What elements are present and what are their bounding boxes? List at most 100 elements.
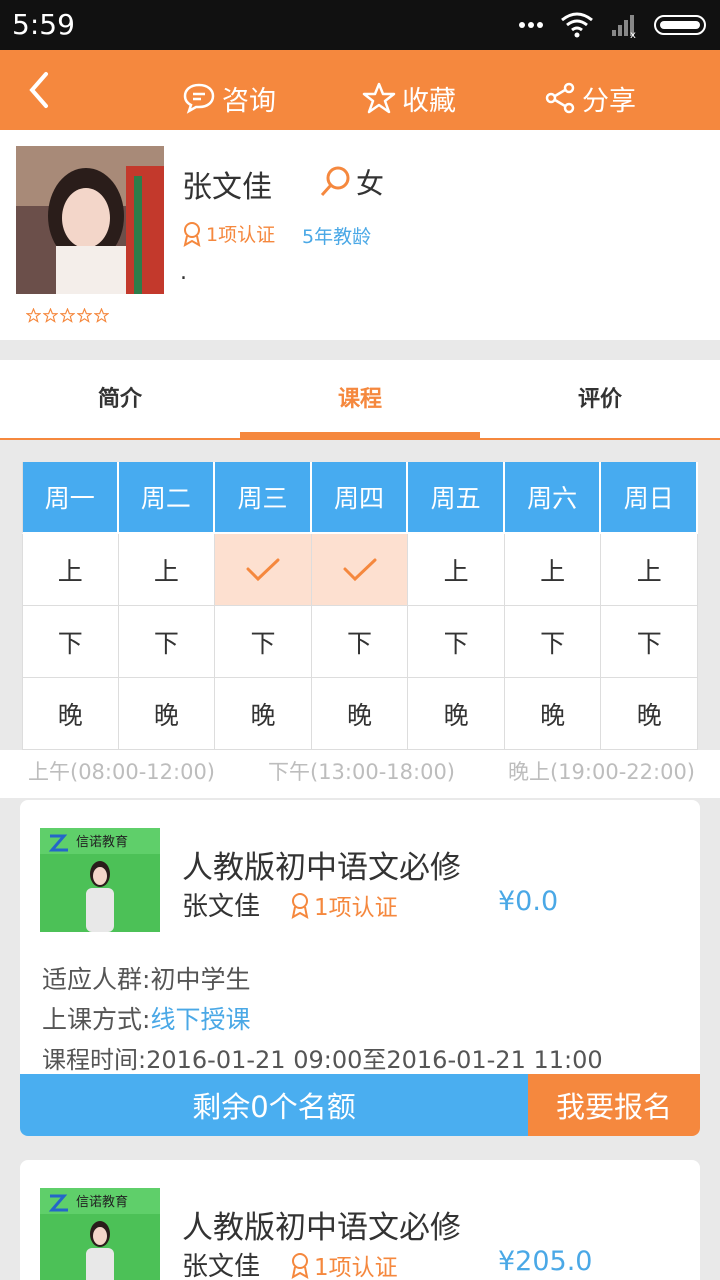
star-outline-icon: [26, 308, 41, 323]
svg-text:x: x: [630, 30, 636, 38]
tab-intro[interactable]: 简介: [0, 360, 240, 440]
course-teacher: 张文佳: [182, 1252, 261, 1280]
schedule-slot-label: 晚: [636, 700, 662, 730]
back-button[interactable]: [20, 68, 60, 112]
schedule-cell[interactable]: 晚: [601, 678, 699, 750]
schedule-cell[interactable]: 上: [408, 534, 505, 606]
star-outline-icon: [362, 82, 396, 114]
schedule-cell[interactable]: 晚: [504, 678, 602, 750]
thumb-brand-text: 信诺教育: [76, 834, 128, 850]
share-button[interactable]: 分享: [544, 78, 636, 118]
signup-button[interactable]: 我要报名: [528, 1074, 700, 1136]
teacher-profile: 张文佳 女 1项认证 5年教龄 .: [0, 130, 720, 340]
schedule-cell[interactable]: 下: [311, 606, 409, 678]
schedule-slot-label: 晚: [443, 700, 469, 730]
afternoon-time-label: 下午(13:00-18:00): [268, 760, 456, 784]
mode-label: 上课方式:: [42, 1005, 151, 1034]
teacher-avatar[interactable]: [16, 146, 164, 294]
course-certification-label: 1项认证: [314, 1255, 398, 1280]
schedule-slot-label: 晚: [57, 700, 83, 730]
schedule-cell[interactable]: 上: [22, 534, 119, 606]
rating-stars: [26, 308, 109, 323]
day-header: 周日: [601, 462, 699, 534]
teacher-name: 张文佳: [182, 170, 272, 205]
schedule-cell[interactable]: 下: [215, 606, 312, 678]
schedule-slot-label: 上: [153, 556, 179, 586]
schedule-cell-available[interactable]: [215, 534, 312, 606]
schedule-cell[interactable]: 上: [118, 534, 216, 606]
schedule-slot-label: 晚: [153, 700, 179, 730]
schedule-slot-label: 上: [57, 556, 83, 586]
audience-label: 适应人群:: [42, 965, 151, 994]
schedule-cell[interactable]: 下: [601, 606, 699, 678]
schedule-slot-label: 晚: [250, 700, 276, 730]
teacher-gender: 女: [318, 162, 384, 202]
top-nav-bar: 咨询 收藏 分享: [0, 50, 720, 130]
tab-courses[interactable]: 课程: [240, 360, 480, 440]
morning-time-label: 上午(08:00-12:00): [28, 760, 216, 784]
signal-icon: x: [612, 15, 636, 38]
mode-value: 线下授课: [150, 1005, 251, 1034]
day-header: 周六: [504, 462, 602, 534]
schedule-slot-label: 上: [540, 556, 566, 586]
course-certification: 1项认证: [288, 1248, 398, 1280]
checkmark-icon: [343, 558, 377, 581]
schedule-cell[interactable]: 晚: [22, 678, 119, 750]
schedule-slot-label: 上: [636, 556, 662, 586]
chat-bubble-icon: [183, 83, 215, 114]
more-dots-icon: [519, 22, 543, 28]
tab-reviews[interactable]: 评价: [480, 360, 720, 440]
status-bar: 5:59 x: [0, 0, 720, 50]
schedule-slot-label: 下: [540, 628, 566, 658]
course-time: 课程时间:2016-01-21 09:00至2016-01-21 11:00: [42, 1040, 603, 1075]
favorite-label: 收藏: [402, 85, 456, 117]
schedule-cell[interactable]: 晚: [311, 678, 409, 750]
schedule-cell[interactable]: 上: [601, 534, 699, 606]
schedule-cell[interactable]: 晚: [215, 678, 312, 750]
schedule-cell[interactable]: 下: [408, 606, 505, 678]
favorite-button[interactable]: 收藏: [362, 78, 456, 118]
schedule-cell[interactable]: 下: [22, 606, 119, 678]
schedule-slot-label: 下: [443, 628, 469, 658]
course-thumbnail: 信诺教育: [40, 828, 160, 932]
profile-tabs: 简介 课程 评价: [0, 360, 720, 440]
schedule-slot-label: 下: [347, 628, 373, 658]
schedule-slot-label: 下: [250, 628, 276, 658]
checkmark-icon: [246, 558, 280, 581]
medal-icon: [291, 893, 309, 919]
schedule-cell[interactable]: 下: [118, 606, 216, 678]
wifi-icon: [561, 12, 593, 38]
day-header: 周三: [215, 462, 312, 534]
course-teacher: 张文佳: [182, 892, 261, 922]
schedule-cell-available[interactable]: [311, 534, 409, 606]
schedule-row-morning: 上上上上上: [22, 534, 699, 606]
schedule-slot-label: 晚: [540, 700, 566, 730]
gender-label: 女: [356, 167, 385, 200]
course-mode: 上课方式:线下授课: [42, 1000, 250, 1036]
course-card[interactable]: 信诺教育 人教版初中语文必修 张文佳 1项认证 ¥205.0: [20, 1160, 700, 1280]
teaching-years: 5年教龄: [302, 226, 372, 248]
day-header: 周五: [408, 462, 505, 534]
remaining-slots-button[interactable]: 剩余0个名额: [20, 1074, 528, 1136]
thumb-brand-text: 信诺教育: [76, 1194, 128, 1210]
course-card[interactable]: 信诺教育 人教版初中语文必修 张文佳 1项认证 ¥0.0 适应人群:初中学生 上…: [20, 800, 700, 1136]
time-value: 2016-01-21 09:00至2016-01-21 11:00: [146, 1046, 603, 1074]
course-price: ¥205.0: [498, 1246, 593, 1277]
schedule-header-row: 周一 周二 周三 周四 周五 周六 周日: [22, 462, 699, 534]
day-header: 周四: [311, 462, 409, 534]
course-audience: 适应人群:初中学生: [42, 960, 250, 996]
active-tab-indicator: [240, 432, 480, 438]
schedule-row-afternoon: 下下下下下下下: [22, 606, 699, 678]
schedule-row-evening: 晚晚晚晚晚晚晚: [22, 678, 699, 750]
schedule-cell[interactable]: 晚: [408, 678, 505, 750]
teacher-description: .: [180, 260, 187, 285]
time-label: 课程时间:: [42, 1046, 147, 1074]
star-outline-icon: [60, 308, 75, 323]
audience-value: 初中学生: [150, 965, 251, 994]
schedule-cell[interactable]: 晚: [118, 678, 216, 750]
schedule-cell[interactable]: 下: [504, 606, 602, 678]
status-time: 5:59: [12, 8, 75, 41]
schedule-cell[interactable]: 上: [504, 534, 602, 606]
consult-button[interactable]: 咨询: [182, 78, 276, 118]
share-label: 分享: [582, 85, 636, 117]
